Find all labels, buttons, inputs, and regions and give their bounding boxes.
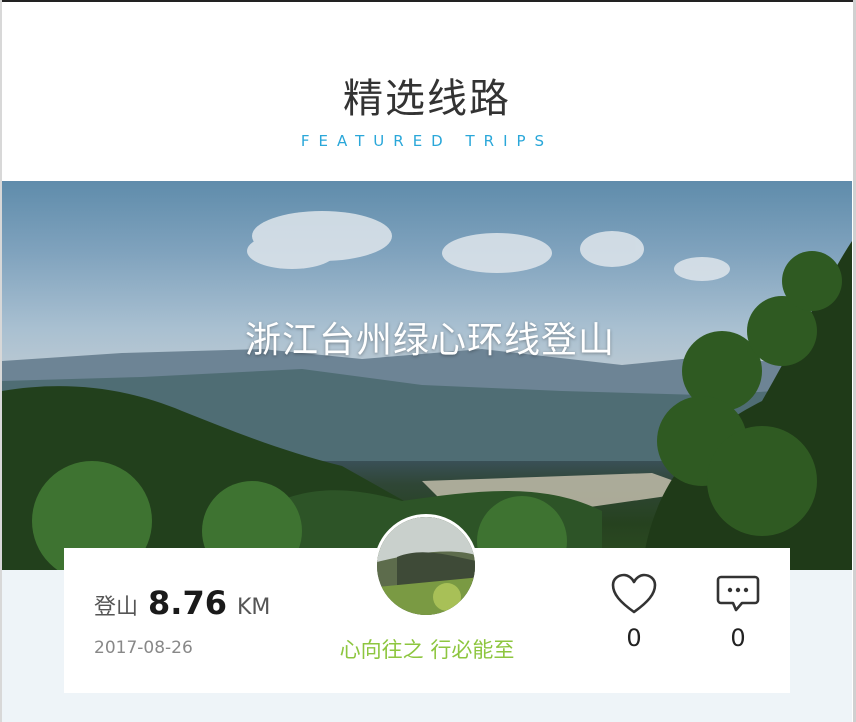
motto-text: 心向往之 行必能至 xyxy=(339,638,515,662)
like-count: 0 xyxy=(626,624,642,652)
route-stats: 登山 8.76 KM xyxy=(94,584,270,622)
like-button[interactable]: 0 xyxy=(604,572,664,652)
section-header: 精选线路 FEATURED TRIPS xyxy=(2,2,852,181)
avatar[interactable] xyxy=(374,514,478,618)
trip-title[interactable]: 浙江台州绿心环线登山 xyxy=(2,311,852,363)
section-title: 精选线路 xyxy=(343,76,511,122)
route-unit: KM xyxy=(236,595,271,620)
comment-button[interactable]: 0 xyxy=(708,572,768,652)
comment-count: 0 xyxy=(730,624,746,652)
route-distance: 8.76 xyxy=(148,584,227,622)
trip-cover-image[interactable]: 浙江台州绿心环线登山 xyxy=(2,181,852,570)
avatar-image xyxy=(377,517,475,615)
heart-icon xyxy=(611,573,657,614)
comment-icon xyxy=(716,575,760,612)
section-subtitle: FEATURED TRIPS xyxy=(300,132,554,150)
trip-info-card[interactable]: 登山 8.76 KM 2017-08-26 心向往之 行必能至 0 0 xyxy=(64,514,790,693)
route-date: 2017-08-26 xyxy=(94,638,193,658)
route-type: 登山 xyxy=(94,595,139,620)
landscape-illustration xyxy=(2,211,852,570)
